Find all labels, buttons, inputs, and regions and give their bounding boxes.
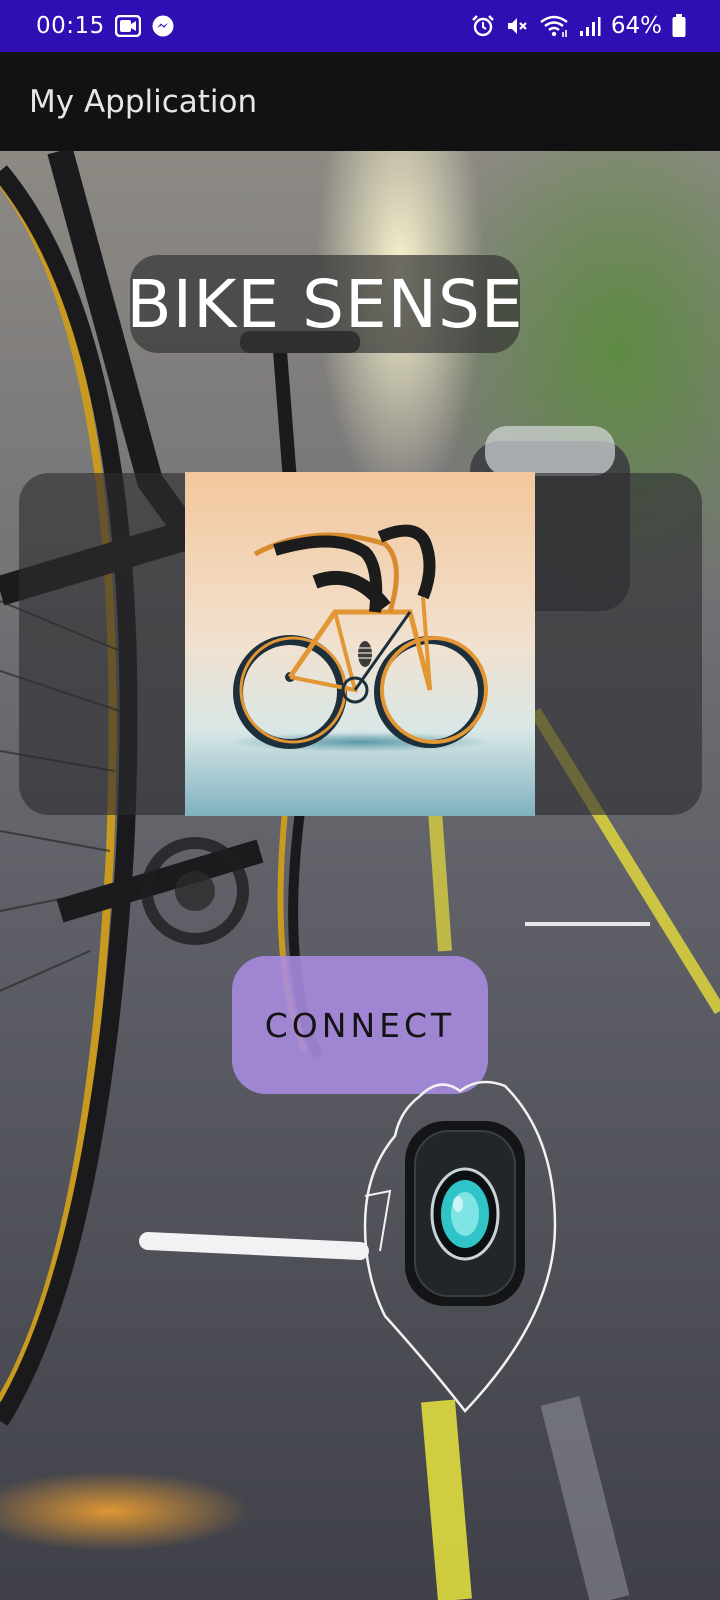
battery-icon <box>672 14 686 38</box>
alarm-icon <box>471 14 495 38</box>
title-pill: BIKE SENSE <box>126 255 523 353</box>
wifi-icon <box>539 14 569 38</box>
bike-sense-logo-image <box>185 472 535 816</box>
app-name-title: BIKE SENSE <box>126 265 524 343</box>
status-time: 00:15 <box>36 13 105 39</box>
video-app-icon <box>114 15 141 37</box>
status-left: 00:15 <box>36 13 175 39</box>
connect-button-label: CONNECT <box>264 1005 456 1045</box>
app-title: My Application <box>29 83 258 120</box>
status-bar: 00:15 64% <box>0 0 720 52</box>
sensor-illustration <box>360 1076 570 1426</box>
battery-percent: 64% <box>610 13 662 39</box>
signal-icon <box>579 15 601 37</box>
mute-icon <box>505 14 529 38</box>
main-content: BIKE SENSE CONNECT <box>0 151 720 1600</box>
connect-button[interactable]: CONNECT <box>232 956 488 1094</box>
app-bar: My Application <box>0 52 720 151</box>
messenger-icon <box>151 14 175 38</box>
status-right: 64% <box>471 13 686 39</box>
